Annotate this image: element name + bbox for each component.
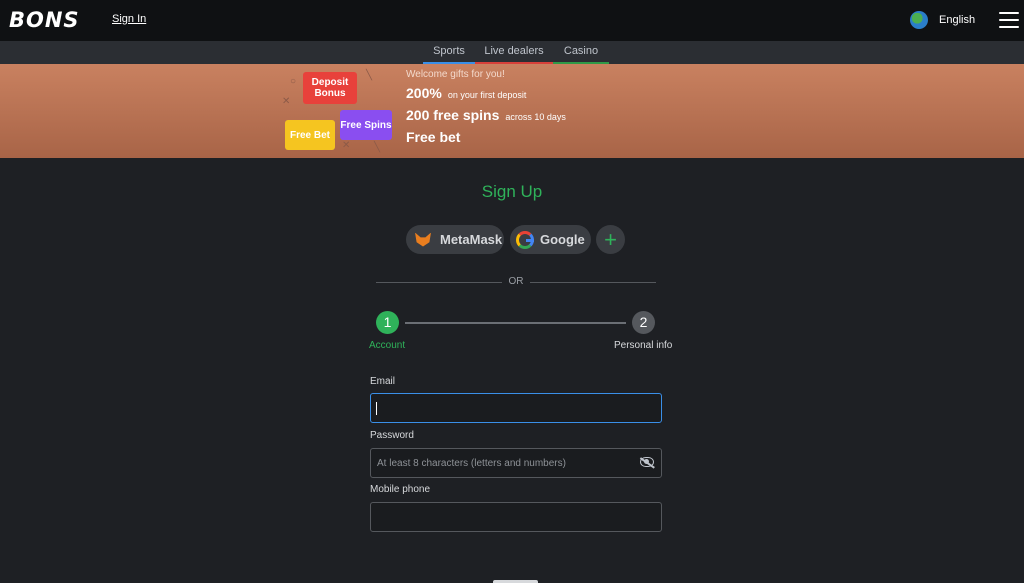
promo-spins-detail: across 10 days [505, 112, 566, 122]
hamburger-menu-icon[interactable] [999, 12, 1019, 28]
tab-casino[interactable]: Casino [553, 41, 609, 64]
mobile-phone-field[interactable] [370, 502, 662, 532]
metamask-signup-button[interactable]: MetaMask [406, 225, 504, 254]
step-2-indicator: 2 [632, 311, 655, 334]
decor-cross-icon: ✕ [342, 140, 351, 151]
stepper-line [405, 322, 626, 324]
password-label: Password [370, 430, 414, 441]
decor-cross-icon: ✕ [282, 96, 291, 107]
globe-icon [910, 11, 928, 29]
step-2-label: Personal info [614, 340, 673, 351]
welcome-bonus-banner[interactable]: ○ ✕ ✕ ╲ ╲ Deposit Bonus Free Bet Free Sp… [0, 64, 1024, 158]
promo-line-freebet: Free bet [406, 129, 566, 145]
page-title: Sign Up [481, 182, 543, 201]
top-bar: BONS Sign In English [0, 0, 1024, 41]
welcome-text: Welcome gifts for you! [406, 69, 505, 80]
mobile-phone-label: Mobile phone [370, 484, 431, 495]
google-label: Google [540, 232, 585, 247]
promo-text: Welcome gifts for you! 200% on your first… [406, 69, 566, 151]
plus-icon: + [604, 226, 617, 252]
sign-in-link[interactable]: Sign In [112, 13, 146, 25]
tab-live-dealers[interactable]: Live dealers [475, 41, 553, 64]
text-caret [376, 402, 377, 415]
promo-spins-amount: 200 free spins [406, 107, 500, 123]
or-label: OR [508, 276, 524, 287]
deposit-bonus-tile: Deposit Bonus [303, 72, 357, 104]
language-selector[interactable]: English [910, 11, 975, 29]
decor-line-icon: ╲ [366, 70, 373, 81]
decor-circle-icon: ○ [290, 76, 297, 87]
section-tabs: Sports Live dealers Casino [0, 41, 1024, 64]
google-signup-button[interactable]: Google [510, 225, 591, 254]
promo-deposit-detail: on your first deposit [447, 90, 527, 100]
free-spins-tile: Free Spins [340, 110, 392, 140]
free-bet-tile: Free Bet [285, 120, 335, 150]
bonus-illustration: ○ ✕ ✕ ╲ ╲ Deposit Bonus Free Bet Free Sp… [280, 68, 392, 154]
bons-logo[interactable]: BONS [9, 8, 80, 32]
promo-line-spins: 200 free spins across 10 days [406, 107, 566, 123]
step-1-indicator: 1 [376, 311, 399, 334]
metamask-label: MetaMask [440, 232, 503, 247]
signup-stepper: 1 2 Account Personal info [365, 311, 685, 356]
toggle-password-visibility-icon[interactable] [640, 457, 654, 467]
password-field[interactable] [370, 448, 662, 478]
email-field[interactable] [370, 393, 662, 423]
or-divider: OR [376, 275, 656, 289]
promo-line-deposit: 200% on your first deposit [406, 85, 566, 101]
language-label: English [939, 14, 976, 26]
tab-sports[interactable]: Sports [423, 41, 475, 64]
metamask-fox-icon [415, 232, 431, 247]
step-1-label: Account [369, 340, 406, 351]
promo-free-bet: Free bet [406, 129, 461, 145]
google-icon [516, 230, 534, 249]
promo-deposit-amount: 200% [406, 85, 442, 101]
email-label: Email [370, 376, 396, 387]
more-signup-options-button[interactable]: + [596, 225, 625, 254]
divider-line [530, 282, 656, 283]
divider-line [376, 282, 502, 283]
decor-line-icon: ╲ [374, 142, 381, 153]
